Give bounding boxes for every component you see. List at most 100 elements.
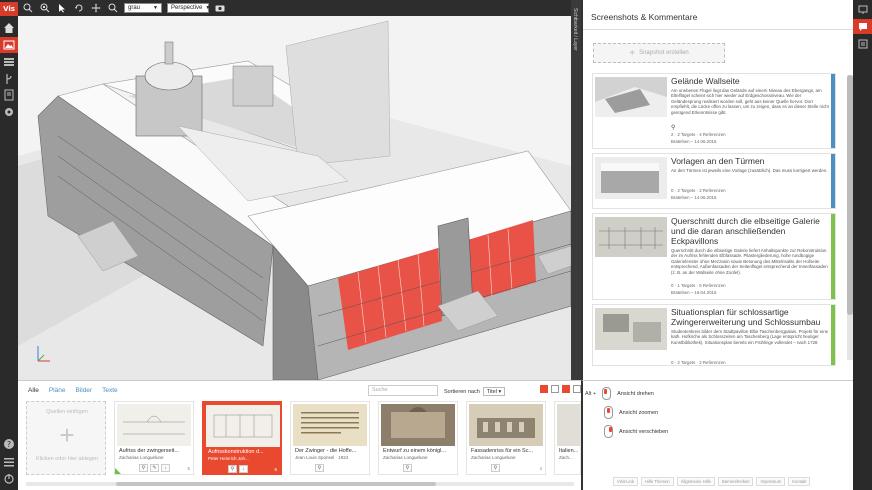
divider [583,29,853,30]
item-thumbnail [381,404,455,446]
comment-card[interactable]: Situationsplan für schlossartige Zwinger… [592,304,836,366]
footer-link[interactable]: Hilfe Themen [640,477,674,486]
gallery-item-selected[interactable]: Aufrisskonstruktion d... Peter Heinrich … [202,401,282,475]
layers-side-tab[interactable]: Sichtbarkeit / Layer [571,0,581,380]
home-icon[interactable] [3,22,15,34]
plus-icon: + [59,420,75,450]
item-thumbnail [293,404,367,446]
item-thumbnail [557,404,580,446]
footer-link[interactable]: Allgemeine Hilfe [676,477,716,486]
zoom-icon[interactable]: ⚲ [491,464,500,472]
download-icon[interactable]: ↓ [239,465,248,473]
mouse-left-icon [602,387,612,400]
source-gallery: Alle Pläne Bilder Texte Suche Sortieren … [18,380,581,490]
comment-card[interactable]: Querschnitt durch die elbseitige Galerie… [592,213,836,300]
sort-select[interactable]: Titel ▾ [482,387,506,396]
card-thumbnail [595,77,667,117]
3d-viewport[interactable]: grau ▼ Perspective ▼ Sichtbarkeit / Laye… [18,0,581,380]
download-icon[interactable]: ↓ [161,464,170,472]
card-status-bar [831,305,835,365]
gallery-item[interactable]: Entwurf zu einem königl... Zacharias Lon… [378,401,458,475]
scroll-thumb[interactable] [116,482,436,486]
camera-icon[interactable] [214,2,226,14]
card-thumbnail [595,217,667,257]
grid-view-icon[interactable] [562,385,570,393]
gallery-item[interactable]: Der Zwinger - die Hoffe... Jean Louis Sp… [290,401,370,475]
card-status-bar [831,154,835,208]
color-mode-select[interactable]: grau ▼ [124,3,162,13]
rotate-hint: Alt + Ansicht drehen [585,387,654,400]
select-cursor-icon[interactable] [56,2,68,14]
footer-link[interactable]: Visit-Link [613,477,638,486]
menu-icon[interactable] [3,456,15,468]
viewport-toolbar: grau ▼ Perspective ▼ [18,0,581,16]
zoom-selection-icon[interactable] [39,2,51,14]
logout-icon[interactable] [3,473,15,485]
gallery-item[interactable]: Fassadenriss für ein Sc... Zacharias Lon… [466,401,546,475]
notes-icon[interactable] [853,36,872,51]
card-status-bar [831,214,835,299]
zoom-icon[interactable]: ⚲ [139,464,148,472]
mouse-wheel-icon [604,406,613,419]
tab-plans[interactable]: Pläne [49,387,66,394]
card-thumbnail [595,308,667,350]
monitor-icon[interactable] [853,2,872,17]
camera-mode-select[interactable]: Perspective ▼ [167,3,210,13]
branch-icon[interactable] [3,73,15,85]
image-icon[interactable] [0,37,18,53]
gallery-item[interactable]: Italien... Zach... [554,401,581,475]
snapshot-button[interactable]: + Snapshot erstellen [593,43,725,63]
pan-hint: Ansicht verschieben [604,425,668,438]
navigation-help-panel: Alt + Ansicht drehen Ansicht zoomen Ansi… [581,380,853,490]
panel-title: Screenshots & Kommentare [591,12,698,22]
magnifier-icon[interactable]: ⚲ [671,124,675,131]
gallery-scrollbar[interactable] [26,482,574,486]
view-toggles [540,385,581,393]
comment-icon[interactable] [853,19,872,34]
plus-icon: + [629,47,636,59]
upload-dropzone[interactable]: Quellen einfügen + Klicken oder hier abl… [26,401,106,475]
gallery-tabs: Alle Pläne Bilder Texte [28,387,118,394]
search-input[interactable]: Suche [368,385,438,396]
right-sidebar [853,0,872,490]
zoom-icon[interactable]: ⚲ [228,465,237,473]
list-view-icon[interactable] [573,385,581,393]
tab-images[interactable]: Bilder [75,387,92,394]
footer-link[interactable]: Kontakt [788,477,811,486]
zoom-hint: Ansicht zoomen [604,406,658,419]
gear-icon[interactable] [3,106,15,118]
edit-icon[interactable]: ✎ [150,464,159,472]
left-sidebar: Vis ? [0,0,18,490]
document-icon[interactable] [3,89,15,101]
sort-desc-icon[interactable] [551,385,559,393]
footer-links: Visit-Link Hilfe Themen Allgemeine Hilfe… [613,477,811,486]
sort-control: Sortieren nach Titel ▾ [444,387,506,396]
app-logo[interactable]: Vis [0,2,18,16]
help-icon[interactable]: ? [3,438,15,450]
card-status-bar [831,74,835,148]
mouse-right-icon [604,425,613,438]
footer-link[interactable]: Impressum [756,477,786,486]
magnifier-icon[interactable] [107,2,119,14]
comment-card[interactable]: Vorlagen an den Türmen An den Türmen ist… [592,153,836,209]
zoom-fit-icon[interactable] [22,2,34,14]
type-marker [115,468,121,474]
item-thumbnail [469,404,543,446]
list-icon[interactable] [3,56,15,68]
gallery-item[interactable]: Aufriss der zwingerseit... Zacharias Lon… [114,401,194,475]
zoom-icon[interactable]: ⚲ [403,464,412,472]
tab-all[interactable]: Alle [28,387,39,394]
card-thumbnail [595,157,667,199]
pan-icon[interactable] [90,2,102,14]
rotate-icon[interactable] [73,2,85,14]
tab-texts[interactable]: Texte [102,387,118,394]
comment-card[interactable]: Gelände Wallseite Am unebenen Flügel lie… [592,73,836,149]
sort-asc-icon[interactable] [540,385,548,393]
gallery-items: Quellen einfügen + Klicken oder hier abl… [26,401,581,477]
svg-text:?: ? [7,440,11,449]
palace-3d-model[interactable] [18,16,572,380]
item-thumbnail [206,405,280,447]
item-thumbnail [117,404,191,446]
zoom-icon[interactable]: ⚲ [315,464,324,472]
footer-link[interactable]: Barrierefreiheit [718,477,754,486]
